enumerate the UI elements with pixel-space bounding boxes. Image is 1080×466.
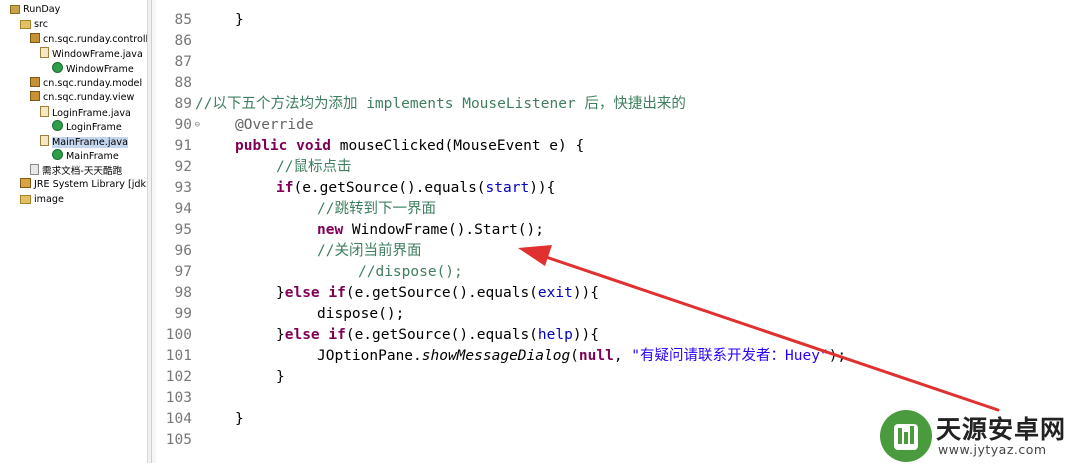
code-editor[interactable]: } //以下五个方法均为添加 implements MouseListener … (195, 0, 1075, 463)
line-number: 103 (165, 390, 192, 406)
code-line-92: //鼠标点击 (276, 159, 352, 175)
library-icon (20, 178, 31, 188)
line-number: 105 (165, 432, 192, 448)
tree-item-windowframe-java[interactable]: WindowFrame.java (40, 47, 143, 61)
code-line-99: dispose(); (317, 306, 405, 322)
code-line-93: if(e.getSource().equals(start)){ (276, 180, 556, 196)
tree-item-requirements-doc[interactable]: 需求文档-天天酷跑 (30, 164, 122, 178)
line-number: 97 (174, 264, 192, 280)
tree-item-image[interactable]: image (20, 193, 64, 207)
tree-item-mainframe-class[interactable]: MainFrame (52, 149, 119, 163)
line-number: 102 (165, 369, 192, 385)
package-explorer: RunDay src cn.sqc.runday.controll Window… (0, 0, 148, 463)
tree-item-package-view[interactable]: cn.sqc.runday.view (30, 91, 134, 105)
tree-item-mainframe-java[interactable]: MainFrame.java (40, 135, 128, 149)
source-folder-icon (20, 20, 31, 29)
package-icon (30, 77, 40, 87)
watermark-url: www.jytyaz.com (938, 442, 1047, 457)
line-number: 86 (174, 33, 192, 49)
java-file-icon (40, 135, 49, 146)
line-number: 104 (165, 411, 192, 427)
line-number: 98 (174, 285, 192, 301)
watermark-title: 天源安卓网 (936, 415, 1067, 444)
code-line-96: //关闭当前界面 (317, 243, 422, 259)
folder-icon (20, 195, 31, 204)
class-icon (52, 62, 63, 73)
line-number: 94 (174, 201, 192, 217)
tree-item-package-controll[interactable]: cn.sqc.runday.controll (30, 33, 147, 47)
android-robot-icon (894, 424, 918, 450)
code-line-91: public void mouseClicked(MouseEvent e) { (235, 138, 585, 154)
code-line-104: } (235, 411, 244, 427)
class-icon (52, 149, 63, 160)
code-line-97: //dispose(); (358, 264, 463, 280)
line-number: 88 (174, 75, 192, 91)
code-line-95: new WindowFrame().Start(); (317, 222, 544, 238)
java-file-icon (40, 106, 49, 117)
tree-item-loginframe-java[interactable]: LoginFrame.java (40, 106, 131, 120)
line-number: 99 (174, 306, 192, 322)
code-line-85: } (235, 12, 244, 28)
package-icon (30, 91, 40, 101)
line-number: 85 (174, 12, 192, 28)
tree-item-jre-library[interactable]: JRE System Library [jdk1 (20, 178, 147, 192)
line-number: 101 (165, 348, 192, 364)
code-line-102: } (276, 369, 285, 385)
tree-item-windowframe-class[interactable]: WindowFrame (52, 62, 134, 76)
line-number: 100 (165, 327, 192, 343)
code-line-90: @Override (235, 117, 314, 133)
line-number: 89 (174, 96, 192, 112)
line-number: 95 (174, 222, 192, 238)
text-file-icon (30, 164, 39, 175)
tree-item-loginframe-class[interactable]: LoginFrame (52, 120, 122, 134)
java-file-icon (40, 47, 49, 58)
line-number-gutter: 85 86 87 88 89 90 ⊖ 91 92 93 94 95 96 97 … (156, 0, 200, 463)
class-icon (52, 120, 63, 131)
code-line-101: JOptionPane.showMessageDialog(null, "有疑问… (317, 348, 847, 364)
line-number: 92 (174, 159, 192, 175)
line-number-90: 90 ⊖ (174, 117, 200, 133)
line-number: 96 (174, 243, 192, 259)
tree-item-project[interactable]: RunDay (10, 3, 60, 17)
package-icon (30, 33, 40, 43)
tree-item-src[interactable]: src (20, 18, 48, 32)
tree-item-package-model[interactable]: cn.sqc.runday.model (30, 77, 142, 91)
watermark-logo: 天源安卓网 www.jytyaz.com (880, 404, 1080, 463)
project-icon (10, 5, 20, 14)
line-number: 87 (174, 54, 192, 70)
code-line-89: //以下五个方法均为添加 implements MouseListener 后，… (195, 96, 686, 112)
code-line-100: }else if(e.getSource().equals(help)){ (276, 327, 600, 343)
code-line-94: //跳转到下一界面 (317, 201, 436, 217)
android-logo-icon (880, 410, 932, 462)
line-number: 91 (174, 138, 192, 154)
code-line-98: }else if(e.getSource().equals(exit)){ (276, 285, 600, 301)
line-number: 93 (174, 180, 192, 196)
